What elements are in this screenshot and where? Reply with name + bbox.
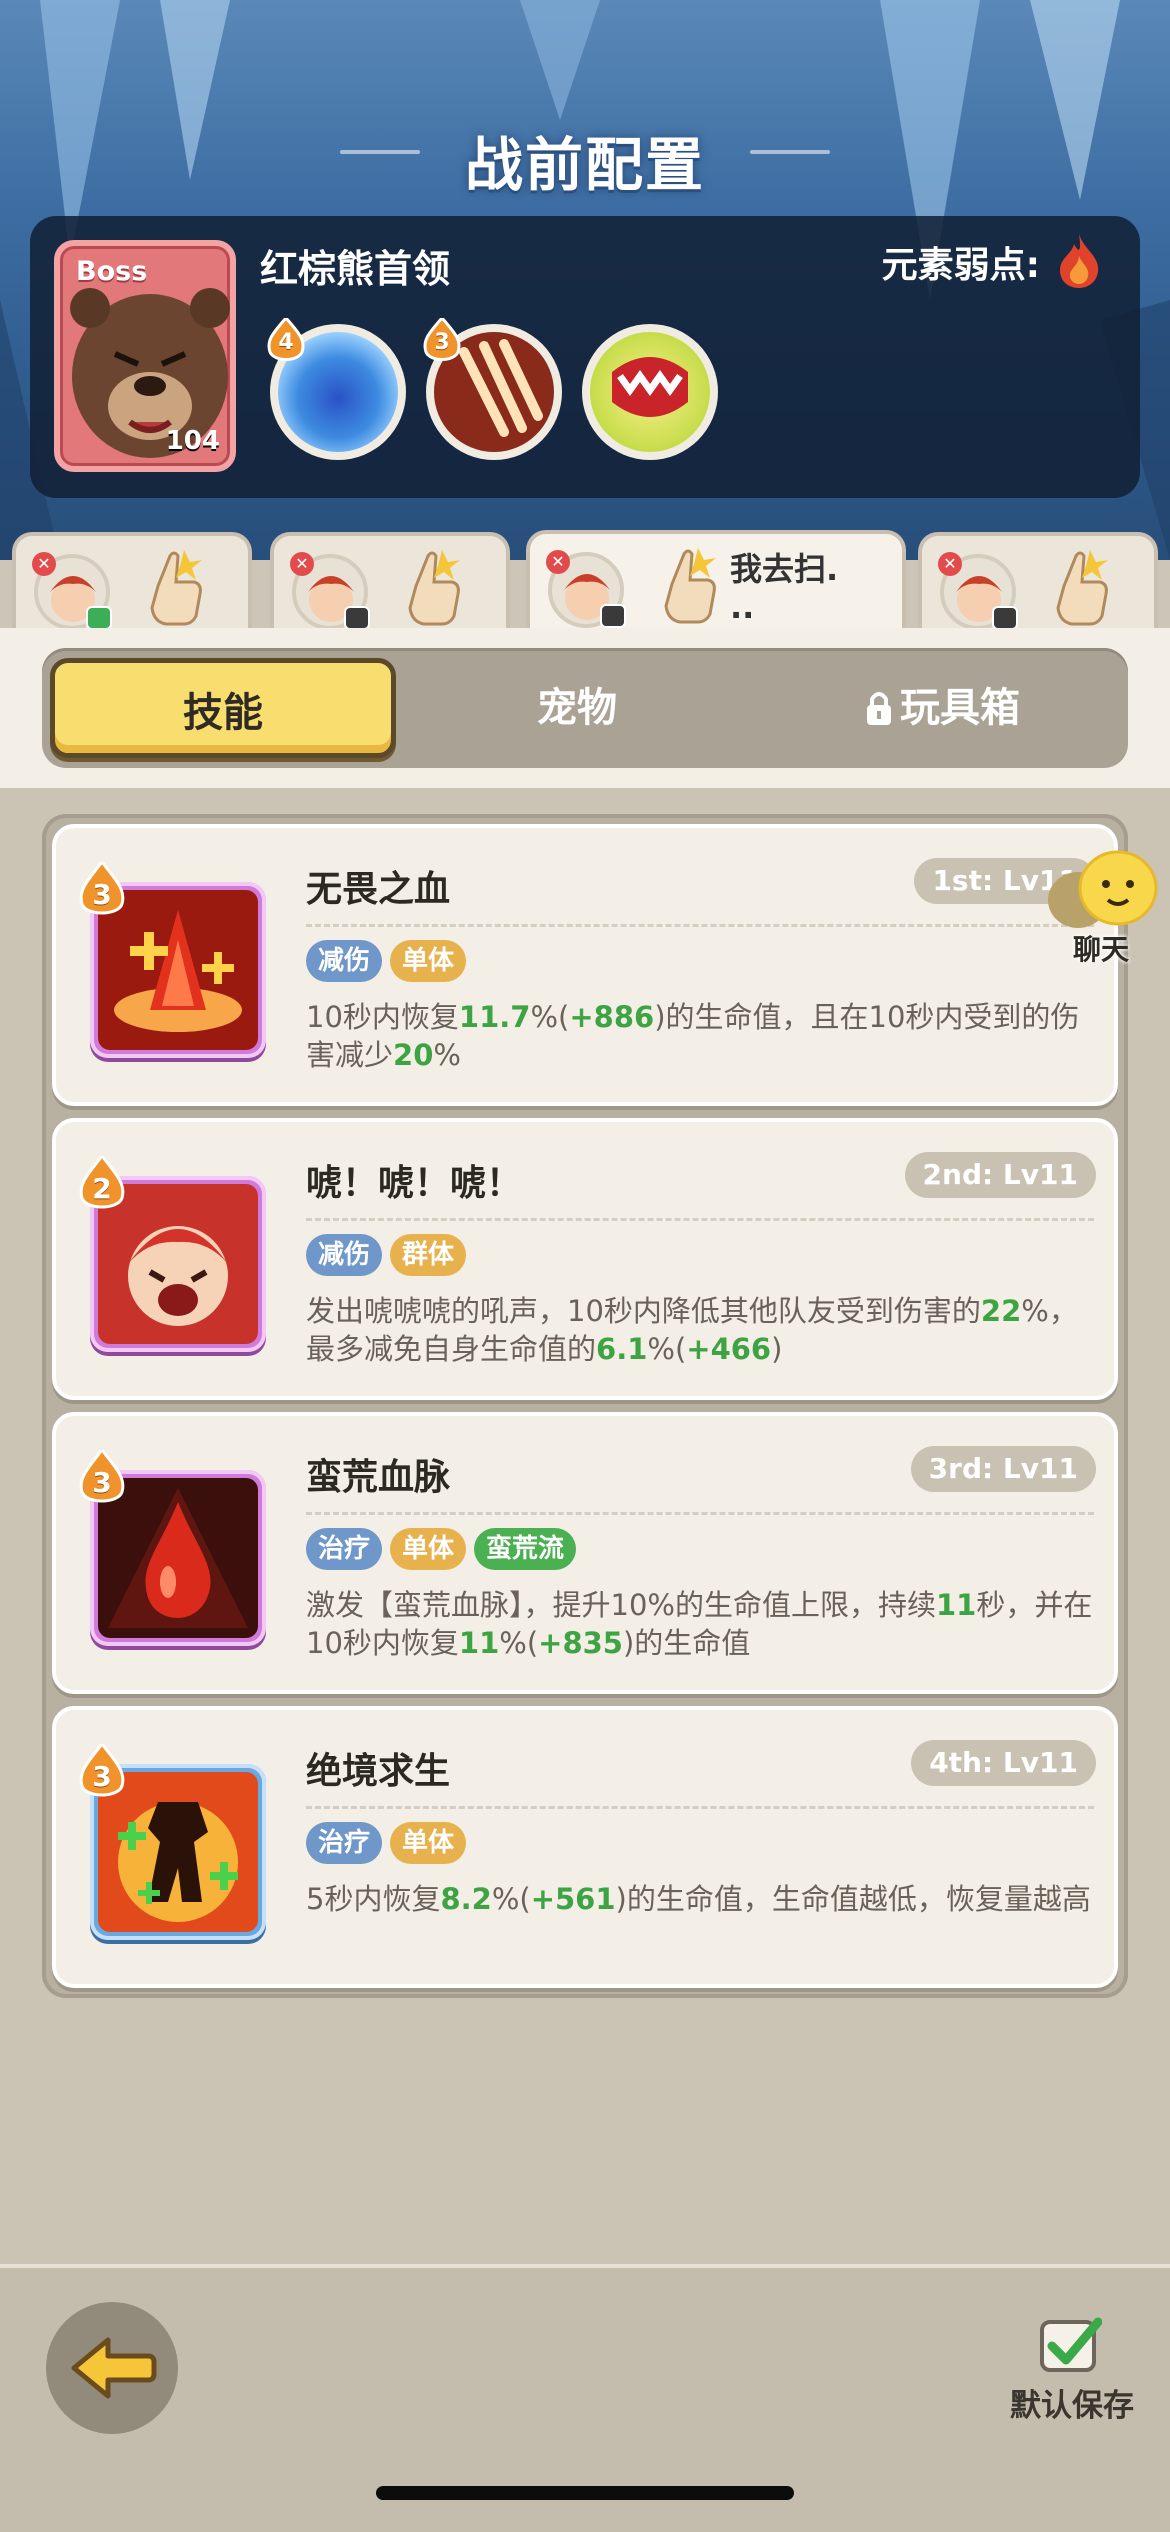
skill-name: 无畏之血 xyxy=(306,869,451,910)
close-icon: ✕ xyxy=(290,552,314,576)
skill-description: 10秒内恢复11.7%(+886)的生命值，且在10秒内受到的伤害减少20% xyxy=(306,1000,1080,1072)
boss-name: 红棕熊首领 xyxy=(260,247,451,291)
bite-skill-icon xyxy=(590,332,710,452)
highlight-value: 11 xyxy=(458,1626,500,1660)
player-tab-1[interactable]: ✕ xyxy=(12,532,252,632)
skill-star-level: 3 xyxy=(92,1760,112,1793)
skill-card[interactable]: 3 绝境求生 4th: Lv11 治疗 单体 5秒内恢复8.2%(+561)的生命… xyxy=(52,1706,1118,1988)
checkbox-checked-icon[interactable] xyxy=(1040,2316,1102,2374)
skill-tag: 群体 xyxy=(390,1234,467,1276)
skill-tag: 蛮荒流 xyxy=(474,1528,577,1570)
boss-level: 104 xyxy=(165,426,220,456)
highlight-value: +561 xyxy=(530,1882,616,1916)
tap-hand-icon xyxy=(408,550,460,626)
boss-portrait[interactable]: Boss 104 xyxy=(54,240,236,472)
close-icon: ✕ xyxy=(938,552,962,576)
skill-tag: 治疗 xyxy=(306,1528,383,1570)
skill-slot-level: 3rd: Lv11 xyxy=(910,1446,1096,1492)
tab-toybox[interactable]: 玩具箱 xyxy=(762,658,1122,758)
skill-card[interactable]: 3 无畏之血 1st: Lv11 减伤 单体 10秒内恢复11.7%(+886)的… xyxy=(52,824,1118,1106)
category-tab-bar: 技能 宠物 玩具箱 xyxy=(42,648,1128,768)
skill-tag: 单体 xyxy=(390,1822,467,1864)
skill-card[interactable]: 3 蛮荒血脉 3rd: Lv11 治疗 单体 蛮荒流 激发【蛮荒血脉】，提升10%的… xyxy=(52,1412,1118,1694)
element-weakness-label: 元素弱点: xyxy=(881,245,1040,286)
player-tab-3[interactable]: ✕ 我去扫. .. xyxy=(526,530,906,630)
highlight-value: 11.7 xyxy=(458,1000,531,1034)
boss-skill-blue-spirit[interactable]: 4 xyxy=(267,318,406,460)
player-tab-2[interactable]: ✕ xyxy=(270,532,510,632)
default-save-label: 默认保存 xyxy=(1010,2388,1134,2424)
skill-name: 绝境求生 xyxy=(306,1751,451,1792)
controller-icon xyxy=(344,606,370,630)
highlight-value: +835 xyxy=(538,1626,623,1660)
skill-tag: 单体 xyxy=(390,940,467,982)
controller-icon xyxy=(992,606,1018,630)
highlight-value: 22 xyxy=(980,1294,1022,1328)
boss-info-panel: Boss 104 红棕熊首领 元素弱点: 4 3 xyxy=(30,216,1140,498)
skill-tag: 治疗 xyxy=(306,1822,383,1864)
divider xyxy=(306,1218,1094,1221)
page-title: 战前配置 xyxy=(464,131,705,199)
highlight-value: 8.2 xyxy=(440,1882,492,1916)
skill-name: 蛮荒血脉 xyxy=(306,1457,451,1498)
chat-emoji-icon xyxy=(1048,850,1158,928)
skill-tag: 单体 xyxy=(390,1528,467,1570)
skill-slot-level: 4th: Lv11 xyxy=(911,1740,1096,1786)
highlight-value: 20 xyxy=(393,1038,434,1072)
tab-skills[interactable]: 技能 xyxy=(50,658,396,758)
home-indicator xyxy=(376,2486,794,2500)
tap-hand-icon xyxy=(1056,550,1108,626)
highlight-value: +886 xyxy=(569,1000,655,1034)
boss-tag: Boss xyxy=(76,256,148,287)
divider xyxy=(306,1806,1094,1809)
player-message: 我去扫. .. xyxy=(730,550,839,626)
skill-tag: 减伤 xyxy=(306,940,383,982)
skill-card[interactable]: 2 唬！唬！唬！ 2nd: Lv11 减伤 群体 发出唬唬唬的吼声，10秒内降低其… xyxy=(52,1118,1118,1400)
main-panel: 技能 宠物 玩具箱 3 无畏之血 1st: Lv11 减伤 单体 10秒内恢复11… xyxy=(0,628,1170,2264)
skill-list: 3 无畏之血 1st: Lv11 减伤 单体 10秒内恢复11.7%(+886)的… xyxy=(42,814,1128,1998)
skill-description: 激发【蛮荒血脉】，提升10%的生命值上限，持续11秒，并在10秒内恢复11%(+… xyxy=(306,1588,1093,1660)
boss-skill-level: 3 xyxy=(434,330,450,355)
divider xyxy=(306,1512,1094,1515)
tap-hand-icon xyxy=(150,550,202,626)
controller-icon xyxy=(86,606,112,630)
tap-hand-icon xyxy=(664,548,716,624)
tab-toybox-label: 玩具箱 xyxy=(900,685,1020,731)
highlight-value: 11 xyxy=(935,1588,977,1622)
highlight-value: +466 xyxy=(686,1332,772,1366)
boss-skill-claw-slash[interactable]: 3 xyxy=(423,318,562,460)
skill-star-level: 3 xyxy=(92,878,112,911)
boss-skill-level: 4 xyxy=(278,330,294,355)
boss-skill-bite[interactable] xyxy=(582,324,718,460)
skill-tags: 治疗 单体 蛮荒流 xyxy=(306,1528,577,1570)
tab-pets[interactable]: 宠物 xyxy=(412,658,742,758)
highlight-value: 6.1 xyxy=(596,1332,648,1366)
skill-star-level: 2 xyxy=(92,1172,112,1205)
controller-icon xyxy=(600,604,626,628)
back-arrow-icon xyxy=(71,2337,157,2399)
chat-label: 聊天 xyxy=(1072,933,1129,966)
skill-name: 唬！唬！唬！ xyxy=(306,1163,523,1204)
skill-slot-level: 2nd: Lv11 xyxy=(904,1152,1096,1198)
skill-description: 5秒内恢复8.2%(+561)的生命值，生命值越低，恢复量越高 xyxy=(306,1882,1091,1916)
skill-tags: 减伤 单体 xyxy=(306,940,467,982)
skill-tags: 治疗 单体 xyxy=(306,1822,467,1864)
back-button[interactable] xyxy=(46,2302,178,2434)
close-icon: ✕ xyxy=(32,552,56,576)
player-tab-4[interactable]: ✕ xyxy=(918,532,1158,632)
close-icon: ✕ xyxy=(546,550,570,574)
lock-icon xyxy=(867,692,891,725)
fire-element-icon xyxy=(1060,234,1099,288)
skill-tags: 减伤 群体 xyxy=(306,1234,467,1276)
divider xyxy=(306,924,1094,927)
skill-tag: 减伤 xyxy=(306,1234,383,1276)
skill-description: 发出唬唬唬的吼声，10秒内降低其他队友受到伤害的22%，最多减免自身生命值的6.… xyxy=(306,1294,1078,1366)
chat-button[interactable]: 聊天 xyxy=(1042,848,1160,966)
skill-star-level: 3 xyxy=(92,1466,112,1499)
